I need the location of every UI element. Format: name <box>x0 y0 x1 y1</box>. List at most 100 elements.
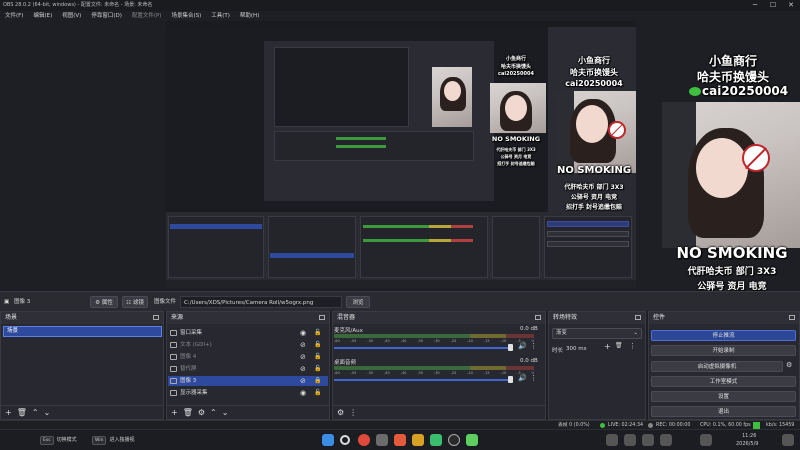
minimize-icon[interactable]: ─ <box>746 0 764 11</box>
app-icon[interactable] <box>376 434 388 446</box>
menu-help[interactable]: 帮助(H) <box>235 11 264 21</box>
source-item[interactable]: 窗口采集 ◉ 🔓 <box>168 328 328 338</box>
lock-icon[interactable]: 🔓 <box>314 388 321 398</box>
preview-area[interactable]: 小鱼商行 哈夫币换馒头 cai20250004 NO SMOKING 代肝哈夫币… <box>0 21 800 307</box>
source-properties-icon[interactable]: ⚙ <box>198 408 205 417</box>
menu-tools[interactable]: 工具(T) <box>206 11 235 21</box>
lock-icon[interactable]: 🔓 <box>314 328 321 338</box>
obs-icon[interactable] <box>448 434 460 446</box>
move-up-icon[interactable]: ⌃ <box>32 408 39 417</box>
hidden-eye-icon[interactable]: ⊘ <box>300 340 306 350</box>
filters-button[interactable]: ☷ 滤镜 <box>122 296 148 308</box>
channel-name: 麦克风/Aux <box>334 328 363 334</box>
app-icon[interactable] <box>430 434 442 446</box>
window-title: OBS 28.0.2 (64-bit, windows) - 配置文件: 未命名… <box>3 2 153 8</box>
tray-app-icon[interactable] <box>642 434 654 446</box>
properties-button[interactable]: ⚙ 属性 <box>90 296 118 308</box>
visibility-eye-icon[interactable]: ◉ <box>300 328 306 338</box>
search-icon[interactable] <box>340 435 350 445</box>
notification-icon[interactable] <box>782 434 794 446</box>
clock-time[interactable]: 11:26 <box>742 433 756 439</box>
undock-icon[interactable] <box>789 315 795 320</box>
wechat-icon <box>689 87 701 96</box>
menu-profile[interactable]: 配置文件(P) <box>127 11 167 21</box>
more-icon[interactable]: ⋮ <box>349 408 357 417</box>
undock-icon[interactable] <box>319 315 325 320</box>
app-icon[interactable] <box>466 434 478 446</box>
settings-button[interactable]: 设置 <box>651 391 796 402</box>
undock-icon[interactable] <box>153 315 159 320</box>
menu-file[interactable]: 文件(F) <box>0 11 28 21</box>
close-icon[interactable]: ✕ <box>782 0 800 11</box>
hidden-eye-icon[interactable]: ⊘ <box>300 352 306 362</box>
speaker-icon[interactable]: 🔊 <box>518 342 527 350</box>
volume-knob[interactable] <box>508 376 513 383</box>
menu-edit[interactable]: 编辑(E) <box>28 11 57 21</box>
undock-icon[interactable] <box>535 315 541 320</box>
gear-icon: ⚙ <box>95 300 101 306</box>
maximize-icon[interactable]: ☐ <box>764 0 782 11</box>
transition-more-icon[interactable]: ⋮ <box>629 342 636 350</box>
app-icon[interactable] <box>412 434 424 446</box>
menu-view[interactable]: 视图(V) <box>57 11 86 21</box>
start-virtual-camera-button[interactable]: 启动虚拟摄像机 <box>651 361 783 372</box>
add-transition-icon[interactable]: + <box>604 342 611 351</box>
network-icon[interactable] <box>700 434 712 446</box>
image-file-path[interactable]: C:/Users/XDS/Pictures/Camera Roll/w5ogrx… <box>180 296 342 308</box>
lock-icon[interactable]: 🔒 <box>314 376 321 386</box>
remove-scene-icon[interactable]: 🗑 <box>17 408 27 417</box>
lock-icon[interactable]: 🔓 <box>314 352 321 362</box>
move-up-icon[interactable]: ⌃ <box>210 408 217 417</box>
source-item-selected[interactable]: 图像 3 ⊘ 🔒 <box>168 376 328 386</box>
lock-icon[interactable]: 🔓 <box>314 340 321 350</box>
source-item[interactable]: 显示器采集 ◉ 🔓 <box>168 388 328 398</box>
move-down-icon[interactable]: ⌄ <box>222 408 229 417</box>
windows-start-icon[interactable] <box>322 434 334 446</box>
stop-streaming-button[interactable]: 停止推流 <box>651 330 796 341</box>
source-item[interactable]: 文本 (GDI+) ⊘ 🔓 <box>168 340 328 350</box>
chrome-icon[interactable] <box>358 434 370 446</box>
browse-button[interactable]: 浏览 <box>346 296 370 308</box>
scene-item[interactable]: 场景 <box>3 326 162 337</box>
window-capture-icon <box>170 330 177 336</box>
transitions-dock-title: 转场特效 <box>549 312 645 324</box>
menu-docks[interactable]: 停靠窗口(D) <box>86 11 127 21</box>
clock-date[interactable]: 2026/5/9 <box>736 441 758 447</box>
add-scene-icon[interactable]: + <box>5 408 12 417</box>
remove-transition-icon[interactable]: 🗑 <box>615 342 623 349</box>
visibility-eye-icon[interactable]: ◉ <box>300 388 306 398</box>
studio-mode-button[interactable]: 工作室模式 <box>651 376 796 387</box>
tray-app-icon[interactable] <box>660 434 672 446</box>
hidden-eye-icon[interactable]: ⊘ <box>300 376 306 386</box>
hidden-eye-icon[interactable]: ⊘ <box>300 364 306 374</box>
mixer-settings-icon[interactable]: ⚙ <box>337 408 344 417</box>
volume-knob[interactable] <box>508 344 513 351</box>
source-item[interactable]: 图像 4 ⊘ 🔓 <box>168 352 328 362</box>
undock-icon[interactable] <box>635 315 641 320</box>
add-source-icon[interactable]: + <box>171 408 178 417</box>
move-down-icon[interactable]: ⌄ <box>44 408 51 417</box>
virtual-camera-settings-icon[interactable]: ⚙ <box>786 361 792 369</box>
tray-app-icon[interactable] <box>606 434 618 446</box>
streamer-cam <box>662 102 800 248</box>
start-recording-button[interactable]: 开始录制 <box>651 345 796 356</box>
lock-icon[interactable]: 🔓 <box>314 364 321 374</box>
more-icon[interactable]: ⋮ <box>530 342 537 350</box>
preview-canvas[interactable]: 小鱼商行 哈夫币换馒头 cai20250004 NO SMOKING 代肝哈夫币… <box>166 21 636 288</box>
app-icon[interactable] <box>394 434 406 446</box>
speaker-icon[interactable]: 🔊 <box>518 374 527 382</box>
more-icon[interactable]: ⋮ <box>530 374 537 382</box>
nested-overlay-line2: 哈夫币换馒头 <box>500 64 531 70</box>
mid-overlay-banner: NO SMOKING <box>556 165 632 176</box>
tray-app-icon[interactable] <box>624 434 636 446</box>
remove-source-icon[interactable]: 🗑 <box>183 408 193 417</box>
volume-slider[interactable] <box>334 347 510 349</box>
meter-scale: -60 -55 -50 -45 -40 -35 -30 -25 -20 -15 -10 -5 0 <box>334 339 534 343</box>
duration-input[interactable]: 300 ms <box>563 344 597 354</box>
mid-overlay-promo3: 招打手 封号追缴包赔 <box>565 204 623 211</box>
source-item[interactable]: 替代屏 ⊘ 🔓 <box>168 364 328 374</box>
exit-button[interactable]: 退出 <box>651 406 796 417</box>
transition-select[interactable]: 渐变 ⌄ <box>552 328 642 339</box>
volume-slider[interactable] <box>334 379 510 381</box>
menu-scene-collection[interactable]: 场景集合(S) <box>166 11 206 21</box>
